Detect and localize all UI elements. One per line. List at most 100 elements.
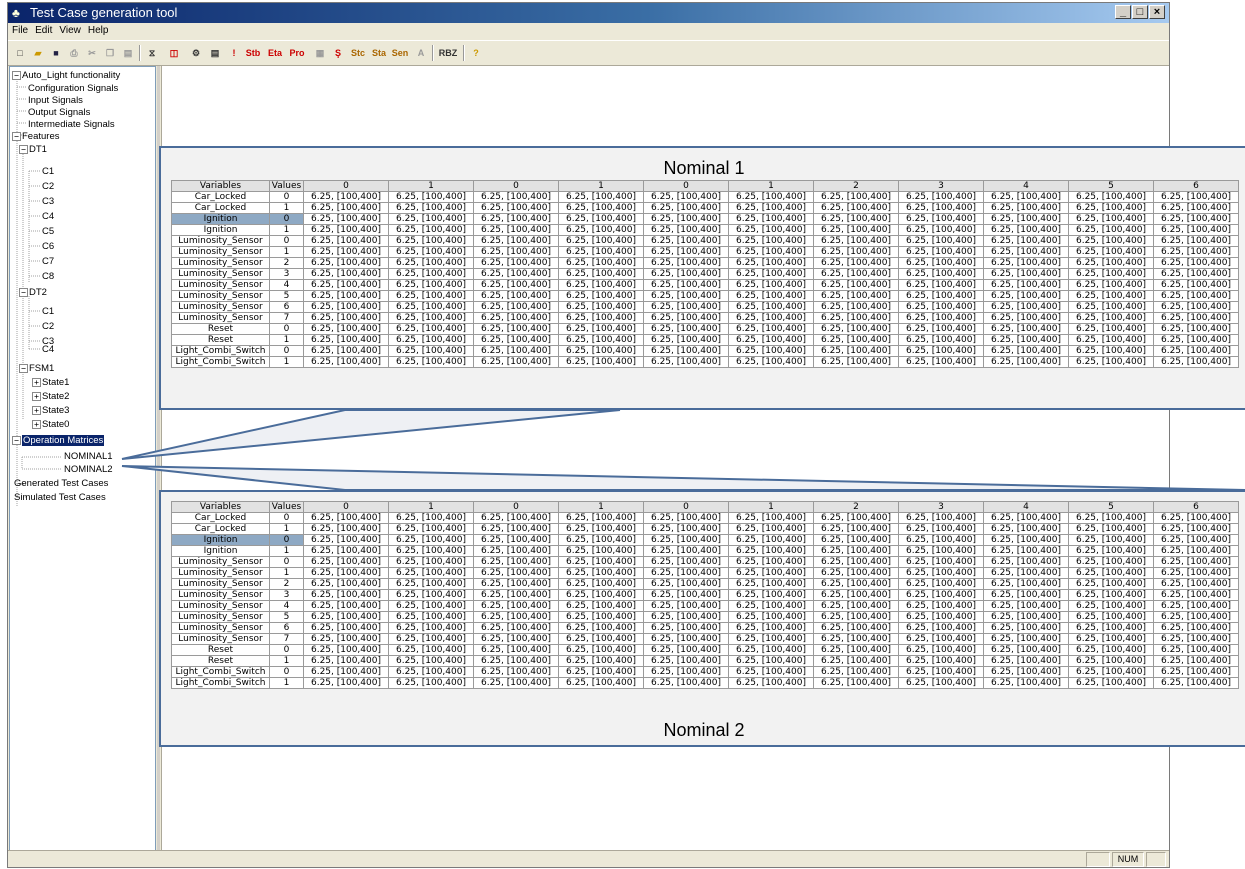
matrix-cell[interactable]: 6.25, [100,400] bbox=[473, 644, 559, 656]
variable-value-cell[interactable]: 7 bbox=[269, 312, 304, 324]
matrix-cell[interactable]: 6.25, [100,400] bbox=[1153, 600, 1239, 612]
variable-value-cell[interactable]: 5 bbox=[269, 290, 304, 302]
variable-value-cell[interactable]: 1 bbox=[269, 334, 304, 346]
matrix-cell[interactable]: 6.25, [100,400] bbox=[643, 257, 729, 269]
matrix-cell[interactable]: 6.25, [100,400] bbox=[1153, 666, 1239, 678]
matrix-cell[interactable]: 6.25, [100,400] bbox=[1153, 301, 1239, 313]
matrix-cell[interactable]: 6.25, [100,400] bbox=[813, 279, 899, 291]
matrix-cell[interactable]: 6.25, [100,400] bbox=[1068, 666, 1154, 678]
matrix-cell[interactable]: 6.25, [100,400] bbox=[643, 666, 729, 678]
matrix-cell[interactable]: 6.25, [100,400] bbox=[1068, 567, 1154, 579]
variable-value-cell[interactable]: 1 bbox=[269, 224, 304, 236]
matrix-cell[interactable]: 6.25, [100,400] bbox=[898, 600, 984, 612]
matrix-cell[interactable]: 6.25, [100,400] bbox=[983, 345, 1069, 357]
matrix-cell[interactable]: 6.25, [100,400] bbox=[1068, 202, 1154, 214]
matrix-cell[interactable]: 6.25, [100,400] bbox=[643, 334, 729, 346]
matrix-cell[interactable]: 6.25, [100,400] bbox=[728, 666, 814, 678]
matrix-cell[interactable]: 6.25, [100,400] bbox=[728, 202, 814, 214]
matrix-cell[interactable]: 6.25, [100,400] bbox=[728, 622, 814, 634]
matrix-cell[interactable]: 6.25, [100,400] bbox=[643, 556, 729, 568]
matrix-cell[interactable]: 6.25, [100,400] bbox=[558, 578, 644, 590]
variable-value-cell[interactable]: 1 bbox=[269, 567, 304, 579]
column-header[interactable]: 1 bbox=[728, 501, 814, 513]
matrix-cell[interactable]: 6.25, [100,400] bbox=[898, 301, 984, 313]
variable-value-cell[interactable]: 0 bbox=[269, 345, 304, 357]
matrix-cell[interactable]: 6.25, [100,400] bbox=[473, 345, 559, 357]
matrix-cell[interactable]: 6.25, [100,400] bbox=[558, 235, 644, 247]
matrix-cell[interactable]: 6.25, [100,400] bbox=[643, 345, 729, 357]
matrix-cell[interactable]: 6.25, [100,400] bbox=[728, 301, 814, 313]
matrix-cell[interactable]: 6.25, [100,400] bbox=[1153, 356, 1239, 368]
matrix-cell[interactable]: 6.25, [100,400] bbox=[643, 644, 729, 656]
matrix-cell[interactable]: 6.25, [100,400] bbox=[643, 290, 729, 302]
matrix-cell[interactable]: 6.25, [100,400] bbox=[388, 279, 474, 291]
matrix-cell[interactable]: 6.25, [100,400] bbox=[558, 268, 644, 280]
matrix-cell[interactable]: 6.25, [100,400] bbox=[898, 655, 984, 667]
matrix-cell[interactable]: 6.25, [100,400] bbox=[728, 356, 814, 368]
matrix-cell[interactable]: 6.25, [100,400] bbox=[983, 589, 1069, 601]
column-header[interactable]: 5 bbox=[1068, 180, 1154, 192]
matrix-cell[interactable]: 6.25, [100,400] bbox=[558, 290, 644, 302]
matrix-cell[interactable]: 6.25, [100,400] bbox=[643, 600, 729, 612]
matrix-cell[interactable]: 6.25, [100,400] bbox=[558, 512, 644, 524]
matrix-cell[interactable]: 6.25, [100,400] bbox=[1153, 202, 1239, 214]
matrix-cell[interactable]: 6.25, [100,400] bbox=[898, 622, 984, 634]
matrix-cell[interactable]: 6.25, [100,400] bbox=[303, 622, 389, 634]
matrix-cell[interactable]: 6.25, [100,400] bbox=[813, 356, 899, 368]
variable-name-cell[interactable]: Ignition bbox=[171, 534, 270, 546]
matrix-cell[interactable]: 6.25, [100,400] bbox=[388, 224, 474, 236]
matrix-cell[interactable]: 6.25, [100,400] bbox=[813, 523, 899, 535]
matrix-cell[interactable]: 6.25, [100,400] bbox=[728, 655, 814, 667]
matrix-cell[interactable]: 6.25, [100,400] bbox=[1153, 345, 1239, 357]
matrix-cell[interactable]: 6.25, [100,400] bbox=[303, 611, 389, 623]
matrix-cell[interactable]: 6.25, [100,400] bbox=[388, 677, 474, 689]
matrix-cell[interactable]: 6.25, [100,400] bbox=[558, 202, 644, 214]
header-variables[interactable]: Variables bbox=[171, 180, 270, 192]
matrix-cell[interactable]: 6.25, [100,400] bbox=[813, 301, 899, 313]
matrix-cell[interactable]: 6.25, [100,400] bbox=[388, 523, 474, 535]
matrix-cell[interactable]: 6.25, [100,400] bbox=[1068, 323, 1154, 335]
matrix-cell[interactable]: 6.25, [100,400] bbox=[643, 224, 729, 236]
matrix-cell[interactable]: 6.25, [100,400] bbox=[728, 545, 814, 557]
matrix-cell[interactable]: 6.25, [100,400] bbox=[643, 312, 729, 324]
matrix-cell[interactable]: 6.25, [100,400] bbox=[388, 323, 474, 335]
matrix-cell[interactable]: 6.25, [100,400] bbox=[473, 512, 559, 524]
matrix-cell[interactable]: 6.25, [100,400] bbox=[898, 356, 984, 368]
matrix-cell[interactable]: 6.25, [100,400] bbox=[1153, 589, 1239, 601]
variable-name-cell[interactable]: Luminosity_Sensor bbox=[171, 257, 270, 269]
matrix-cell[interactable]: 6.25, [100,400] bbox=[558, 224, 644, 236]
matrix-cell[interactable]: 6.25, [100,400] bbox=[813, 235, 899, 247]
matrix-cell[interactable]: 6.25, [100,400] bbox=[303, 655, 389, 667]
matrix-cell[interactable]: 6.25, [100,400] bbox=[303, 301, 389, 313]
matrix-cell[interactable]: 6.25, [100,400] bbox=[473, 290, 559, 302]
matrix-cell[interactable]: 6.25, [100,400] bbox=[1153, 246, 1239, 258]
matrix-cell[interactable]: 6.25, [100,400] bbox=[558, 246, 644, 258]
matrix-cell[interactable]: 6.25, [100,400] bbox=[1068, 600, 1154, 612]
matrix-cell[interactable]: 6.25, [100,400] bbox=[303, 202, 389, 214]
matrix-cell[interactable]: 6.25, [100,400] bbox=[388, 356, 474, 368]
matrix-cell[interactable]: 6.25, [100,400] bbox=[728, 257, 814, 269]
matrix-cell[interactable]: 6.25, [100,400] bbox=[983, 677, 1069, 689]
matrix-cell[interactable]: 6.25, [100,400] bbox=[728, 213, 814, 225]
variable-name-cell[interactable]: Luminosity_Sensor bbox=[171, 611, 270, 623]
matrix-cell[interactable]: 6.25, [100,400] bbox=[1068, 191, 1154, 203]
matrix-cell[interactable]: 6.25, [100,400] bbox=[1153, 633, 1239, 645]
matrix-cell[interactable]: 6.25, [100,400] bbox=[983, 301, 1069, 313]
matrix-cell[interactable]: 6.25, [100,400] bbox=[303, 589, 389, 601]
variable-name-cell[interactable]: Luminosity_Sensor bbox=[171, 622, 270, 634]
column-header[interactable]: 0 bbox=[303, 501, 389, 513]
matrix-cell[interactable]: 6.25, [100,400] bbox=[813, 224, 899, 236]
variable-value-cell[interactable]: 0 bbox=[269, 235, 304, 247]
matrix-cell[interactable]: 6.25, [100,400] bbox=[388, 666, 474, 678]
matrix-cell[interactable]: 6.25, [100,400] bbox=[303, 534, 389, 546]
matrix-cell[interactable]: 6.25, [100,400] bbox=[643, 611, 729, 623]
matrix-cell[interactable]: 6.25, [100,400] bbox=[303, 523, 389, 535]
column-header[interactable]: 6 bbox=[1153, 501, 1239, 513]
matrix-cell[interactable]: 6.25, [100,400] bbox=[558, 633, 644, 645]
matrix-cell[interactable]: 6.25, [100,400] bbox=[898, 202, 984, 214]
matrix-cell[interactable]: 6.25, [100,400] bbox=[983, 534, 1069, 546]
matrix-cell[interactable]: 6.25, [100,400] bbox=[643, 202, 729, 214]
matrix-cell[interactable]: 6.25, [100,400] bbox=[473, 213, 559, 225]
variable-value-cell[interactable]: 0 bbox=[269, 556, 304, 568]
variable-value-cell[interactable]: 1 bbox=[269, 356, 304, 368]
